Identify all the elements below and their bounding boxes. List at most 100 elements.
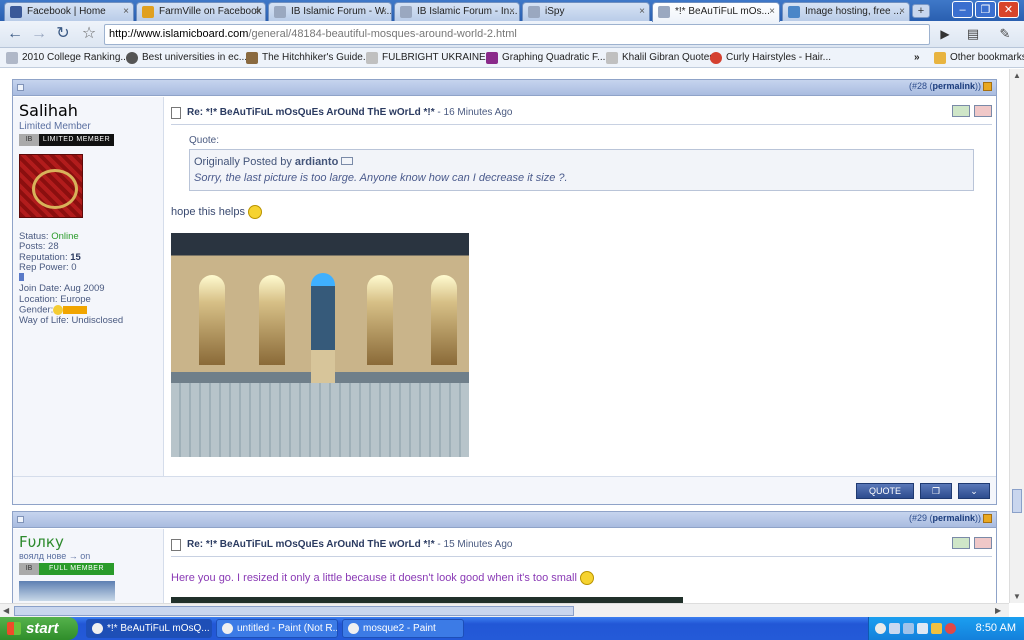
task-label: mosque2 - Paint bbox=[363, 623, 436, 634]
rank-bar: IB FULL MEMBER bbox=[19, 563, 114, 575]
bookmark-fulbright[interactable]: FULBRIGHT UKRAINE ... bbox=[366, 51, 497, 65]
bookmark-college-ranking[interactable]: 2010 College Ranking... bbox=[6, 51, 129, 65]
scroll-right-icon[interactable]: ▶ bbox=[995, 606, 1001, 615]
post-number-close: )) bbox=[975, 513, 981, 523]
minimize-button[interactable]: – bbox=[952, 1, 973, 18]
close-icon[interactable]: × bbox=[509, 3, 515, 20]
bookmark-label: Best universities in ec... bbox=[142, 52, 248, 63]
tray-icon[interactable] bbox=[903, 623, 914, 634]
reload-button[interactable]: ↻ bbox=[52, 24, 74, 44]
post-checkbox[interactable] bbox=[17, 516, 24, 523]
star-icon[interactable]: ☆ bbox=[78, 24, 100, 44]
tab-image-hosting[interactable]: Image hosting, free ... × bbox=[782, 2, 910, 21]
wrench-icon[interactable]: ✎ bbox=[994, 24, 1016, 44]
go-button[interactable]: ▶ bbox=[934, 24, 956, 44]
forward-button[interactable]: → bbox=[28, 24, 50, 44]
bookmark-hitchhiker[interactable]: The Hitchhiker's Guide... bbox=[246, 51, 371, 65]
post-message: Here you go. I resized it only a little … bbox=[171, 571, 992, 585]
task-chrome[interactable]: *!* BeAuTiFuL mOsQ... bbox=[86, 619, 212, 638]
page-icon bbox=[274, 6, 286, 18]
tab-ib-forum-2[interactable]: IB Islamic Forum - In... × bbox=[394, 2, 520, 21]
page-menu-icon[interactable]: ▤ bbox=[962, 24, 984, 44]
task-paint-untitled[interactable]: untitled - Paint (Not R... bbox=[216, 619, 338, 638]
page-icon bbox=[528, 6, 540, 18]
vertical-scrollbar[interactable]: ▲ ▼ bbox=[1009, 69, 1024, 603]
maximize-button[interactable]: ❐ bbox=[975, 1, 996, 18]
bookmark-icon[interactable] bbox=[983, 514, 992, 524]
permalink-link[interactable]: permalink bbox=[932, 513, 975, 523]
flag-icon[interactable] bbox=[974, 537, 992, 549]
photo-arch bbox=[199, 275, 225, 365]
quote-author[interactable]: ardianto bbox=[295, 156, 338, 168]
system-tray: 8:50 AM bbox=[868, 617, 1024, 640]
close-icon[interactable]: × bbox=[899, 3, 905, 20]
post-checkbox[interactable] bbox=[17, 84, 24, 91]
username[interactable]: Fυлку bbox=[19, 533, 157, 551]
tray-icon[interactable] bbox=[917, 623, 928, 634]
horizontal-scrollbar[interactable]: ◀ ▶ bbox=[0, 603, 1009, 617]
tab-facebook[interactable]: Facebook | Home × bbox=[4, 2, 134, 21]
browser-toolbar: ← → ↻ ☆ http://www.islamicboard.com/gene… bbox=[0, 21, 1024, 48]
close-icon[interactable]: × bbox=[123, 3, 129, 20]
tab-strip: Facebook | Home × FarmVille on Facebook × … bbox=[0, 0, 1024, 22]
network-icon[interactable] bbox=[875, 623, 886, 634]
close-window-button[interactable]: ✕ bbox=[998, 1, 1019, 18]
way-of-life: Way of Life: Undisclosed bbox=[19, 314, 124, 326]
multiquote-button[interactable]: ❐ bbox=[920, 483, 952, 499]
scroll-left-icon[interactable]: ◀ bbox=[3, 606, 9, 615]
bookmark-gibran[interactable]: Khalil Gibran Quotes bbox=[606, 51, 714, 65]
avatar bbox=[19, 154, 83, 218]
permalink-link[interactable]: permalink bbox=[932, 81, 975, 91]
quote-box: Originally Posted by ardianto Sorry, the… bbox=[189, 149, 974, 191]
report-icon[interactable] bbox=[952, 537, 970, 549]
antivirus-icon[interactable] bbox=[945, 623, 956, 634]
close-icon[interactable]: × bbox=[255, 3, 261, 20]
rank-bar-prefix: IB bbox=[19, 134, 39, 146]
scroll-thumb[interactable] bbox=[1012, 489, 1022, 513]
tray-icon[interactable] bbox=[889, 623, 900, 634]
tab-farmville[interactable]: FarmVille on Facebook × bbox=[136, 2, 266, 21]
bookmark-curly[interactable]: Curly Hairstyles - Hair... bbox=[710, 51, 831, 65]
page-content: (#28 (permalink)) Salihah Limited Member… bbox=[0, 69, 1024, 603]
view-post-icon[interactable] bbox=[341, 157, 354, 165]
bookmark-page-icon bbox=[366, 52, 378, 64]
tab-ispy[interactable]: iSpy × bbox=[522, 2, 650, 21]
start-button[interactable]: start bbox=[0, 617, 78, 640]
tab-title: FarmVille on Facebook bbox=[159, 6, 262, 17]
scroll-thumb[interactable] bbox=[14, 606, 574, 616]
photo-arch bbox=[259, 275, 285, 365]
post-message: hope this helps bbox=[171, 205, 992, 219]
tab-ib-forum-1[interactable]: IB Islamic Forum - W... × bbox=[268, 2, 392, 21]
tray-icon[interactable] bbox=[931, 623, 942, 634]
report-icon[interactable] bbox=[952, 105, 970, 117]
close-icon[interactable]: × bbox=[769, 3, 775, 20]
other-bookmarks[interactable]: Other bookmarks bbox=[934, 51, 1024, 65]
quote-by: Originally Posted by bbox=[194, 156, 292, 168]
clock[interactable]: 8:50 AM bbox=[976, 617, 1016, 640]
quote-label: Quote: bbox=[189, 135, 220, 146]
new-tab-button[interactable]: + bbox=[912, 4, 930, 18]
address-bar[interactable]: http://www.islamicboard.com/general/4818… bbox=[104, 24, 930, 45]
tab-title: IB Islamic Forum - W... bbox=[291, 6, 392, 17]
task-paint-mosque2[interactable]: mosque2 - Paint bbox=[342, 619, 464, 638]
back-button[interactable]: ← bbox=[4, 24, 26, 44]
close-icon[interactable]: × bbox=[639, 3, 645, 20]
quick-reply-button[interactable]: ⌄ bbox=[958, 483, 990, 499]
rank-bar: IB LIMITED MEMBER bbox=[19, 134, 114, 146]
bookmark-graphing[interactable]: Graphing Quadratic F... bbox=[486, 51, 605, 65]
close-icon[interactable]: × bbox=[381, 3, 387, 20]
bookmark-best-universities[interactable]: Best universities in ec... bbox=[126, 51, 247, 65]
quote-button[interactable]: QUOTE bbox=[856, 483, 914, 499]
flag-icon[interactable] bbox=[974, 105, 992, 117]
post-number-close: )) bbox=[975, 81, 981, 91]
tab-mosques-active[interactable]: *!* BeAuTiFuL mOs... × bbox=[652, 2, 780, 22]
bookmark-icon[interactable] bbox=[983, 82, 992, 92]
bookmarks-overflow-icon[interactable]: » bbox=[914, 51, 920, 65]
bookmark-page-icon bbox=[606, 52, 618, 64]
user-pane: Salihah Limited Member IB LIMITED MEMBER … bbox=[13, 97, 164, 477]
mosque-photo[interactable] bbox=[171, 233, 469, 457]
rank-bar-label: FULL MEMBER bbox=[39, 563, 114, 575]
username[interactable]: Salihah bbox=[19, 101, 157, 120]
scroll-up-icon[interactable]: ▲ bbox=[1013, 71, 1021, 80]
scroll-down-icon[interactable]: ▼ bbox=[1013, 592, 1021, 601]
